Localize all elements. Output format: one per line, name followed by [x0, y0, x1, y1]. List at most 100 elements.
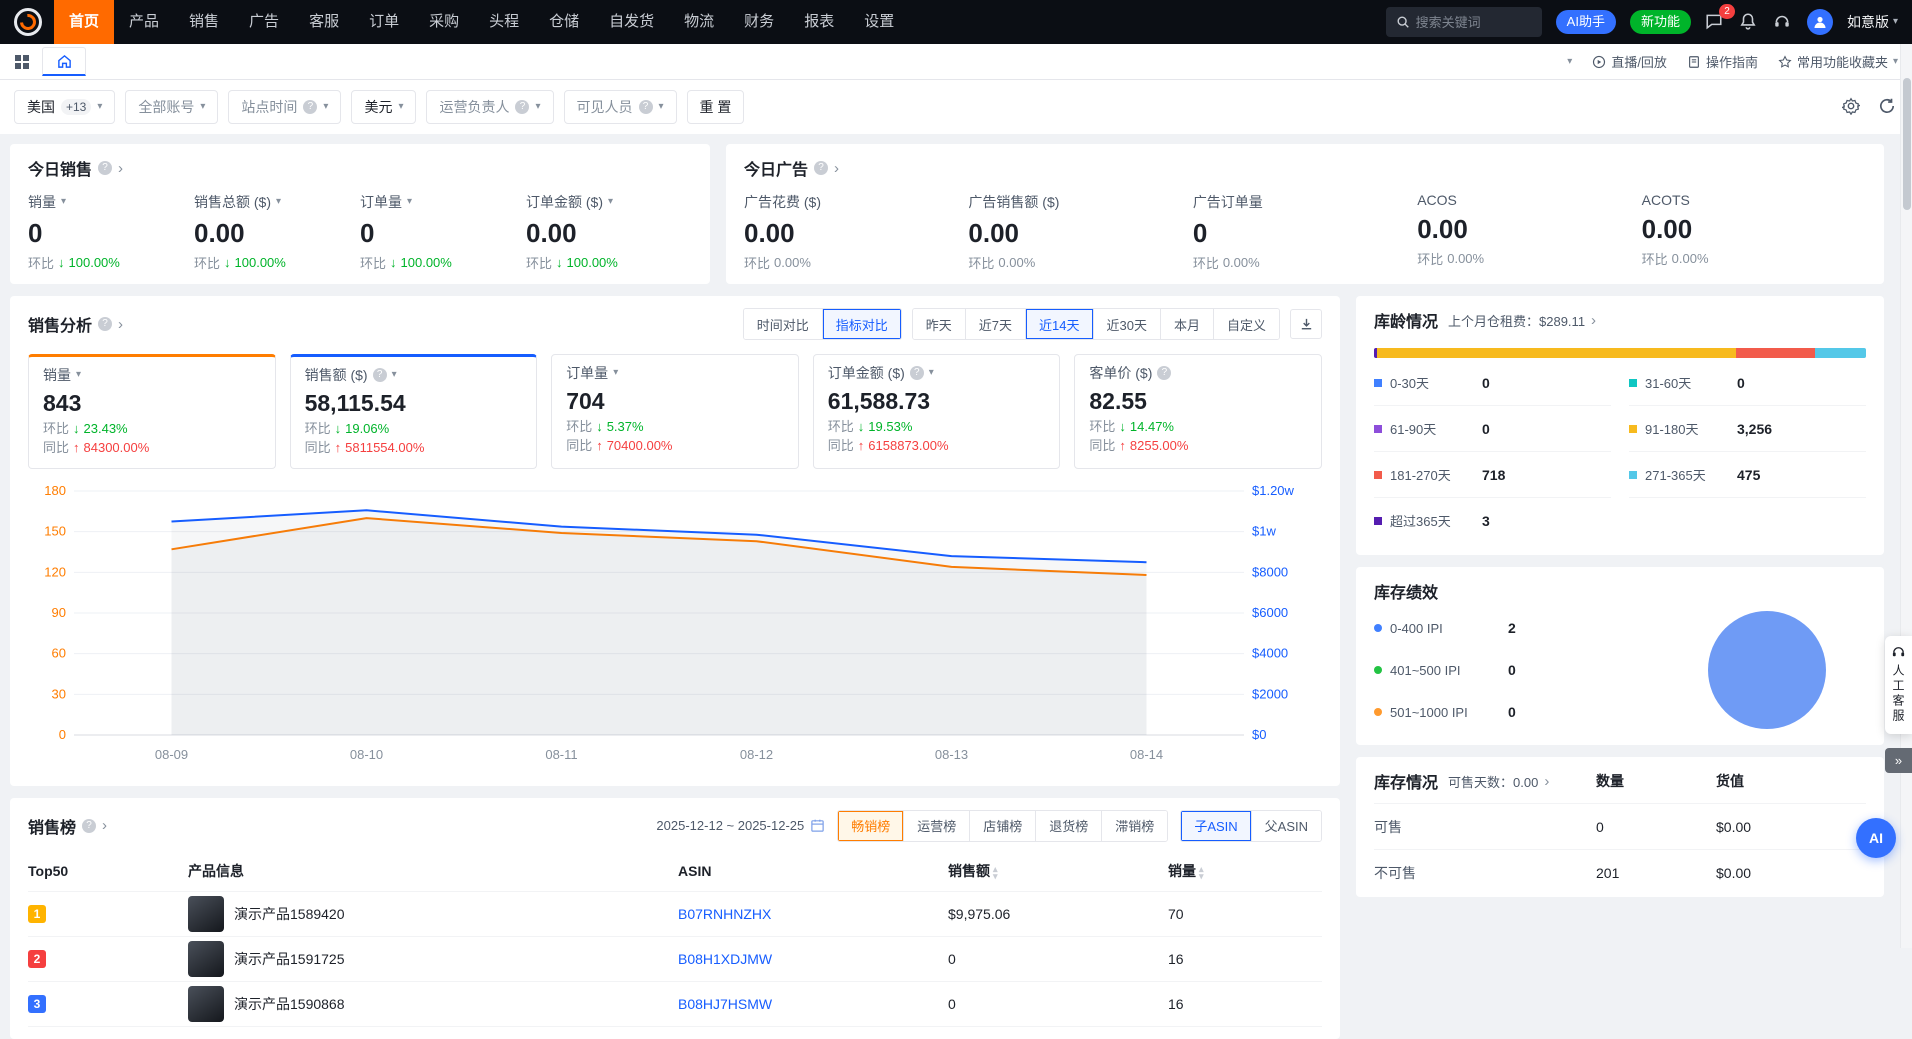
help-icon[interactable]: ? [98, 317, 112, 331]
metric-card-qty[interactable]: 销量▾ 843 环比↓23.43% 同比↑84300.00% [28, 354, 276, 469]
tab-metric-compare[interactable]: 指标对比 [822, 309, 901, 339]
nav-item-reports[interactable]: 报表 [789, 0, 849, 44]
metric-card-avg-order[interactable]: 客单价 ($)? 82.55 环比↓14.47% 同比↑8255.00% [1074, 354, 1322, 469]
nav-item-firstleg[interactable]: 头程 [474, 0, 534, 44]
nav-item-product[interactable]: 产品 [114, 0, 174, 44]
tab-bestseller[interactable]: 畅销榜 [838, 811, 903, 841]
help-icon[interactable]: ? [82, 819, 96, 833]
help-icon[interactable]: ? [814, 161, 828, 175]
table-row[interactable]: 3 演示产品1590868 B08HJ7HSMW 0 16 [28, 982, 1322, 1027]
asin-link[interactable]: B08H1XDJMW [678, 951, 772, 967]
nav-item-service[interactable]: 客服 [294, 0, 354, 44]
filter-account[interactable]: 全部账号 ▾ [125, 90, 218, 124]
chevron-right-icon[interactable]: › [102, 818, 107, 833]
metric-value: 0 [1193, 218, 1417, 249]
inventory-age-bar [1374, 348, 1866, 358]
apps-grid-icon[interactable] [14, 54, 30, 70]
filter-region[interactable]: 美国 +13 ▾ [14, 90, 115, 124]
metric-card-order-amount[interactable]: 订单金额 ($)?▾ 61,588.73 环比↓19.53% 同比↑615887… [813, 354, 1061, 469]
live-replay-link[interactable]: 直播/回放 [1592, 52, 1667, 71]
new-feature-button[interactable]: 新功能 [1630, 10, 1691, 34]
metric-label-dropdown[interactable]: 销量▾ [28, 192, 194, 212]
collapse-button[interactable]: » [1885, 748, 1912, 773]
global-search[interactable] [1386, 7, 1542, 37]
nav-item-finance[interactable]: 财务 [729, 0, 789, 44]
tab-operator-rank[interactable]: 运营榜 [903, 811, 969, 841]
table-row[interactable]: 2 演示产品1591725 B08H1XDJMW 0 16 [28, 937, 1322, 982]
today-row: 今日销售 ? › 销量▾ 0 环比↓100.00% 销售总额 ($)▾ 0.00… [10, 144, 1884, 284]
tab-yesterday[interactable]: 昨天 [913, 309, 965, 339]
top-navbar: 首页 产品 销售 广告 客服 订单 采购 头程 仓储 自发货 物流 财务 报表 … [0, 0, 1912, 44]
tab-slow-rank[interactable]: 滞销榜 [1101, 811, 1167, 841]
metric-card-orders[interactable]: 订单量▾ 704 环比↓5.37% 同比↑70400.00% [551, 354, 799, 469]
metric-label: 销量 [28, 192, 56, 212]
search-input[interactable] [1416, 15, 1528, 30]
reset-button[interactable]: 重 置 [687, 90, 745, 124]
filter-site-time[interactable]: 站点时间 ? ▾ [228, 90, 341, 124]
tab-store-rank[interactable]: 店铺榜 [969, 811, 1035, 841]
gear-icon[interactable] [1842, 97, 1862, 117]
nav-item-selfship[interactable]: 自发货 [594, 0, 669, 44]
tab-last14[interactable]: 近14天 [1025, 309, 1092, 339]
favorites-link[interactable]: 常用功能收藏夹 ▾ [1778, 52, 1898, 71]
asin-link[interactable]: B07RNHNZHX [678, 906, 771, 922]
sort-icon[interactable]: ▴▾ [993, 866, 998, 880]
message-icon[interactable]: 2 [1705, 12, 1725, 32]
ai-assistant-button[interactable]: AI助手 [1556, 10, 1616, 34]
help-icon[interactable]: ? [98, 161, 112, 175]
chevron-right-icon[interactable]: › [118, 161, 123, 176]
nav-item-warehouse[interactable]: 仓储 [534, 0, 594, 44]
tab-last30[interactable]: 近30天 [1093, 309, 1160, 339]
guide-link[interactable]: 操作指南 [1687, 52, 1758, 71]
filter-operator[interactable]: 运营负责人 ? ▾ [426, 90, 553, 124]
nav-item-orders[interactable]: 订单 [354, 0, 414, 44]
asin-link[interactable]: B08HJ7HSMW [678, 996, 772, 1012]
chevron-down-icon[interactable]: ▾ [1567, 57, 1572, 67]
tab-custom[interactable]: 自定义 [1213, 309, 1279, 339]
tab-this-month[interactable]: 本月 [1160, 309, 1213, 339]
tab-time-compare[interactable]: 时间对比 [744, 309, 822, 339]
chevron-right-icon[interactable]: › [1544, 774, 1549, 789]
nav-item-logistics[interactable]: 物流 [669, 0, 729, 44]
chevron-down-icon: ▾ [407, 197, 412, 207]
chevron-right-icon[interactable]: › [1591, 313, 1596, 328]
metric-label-dropdown[interactable]: 订单金额 ($)▾ [526, 192, 692, 212]
sort-icon[interactable]: ▴▾ [1199, 866, 1204, 880]
chevron-right-icon[interactable]: › [118, 317, 123, 332]
tab-child-asin[interactable]: 子ASIN [1181, 811, 1250, 841]
app-logo[interactable] [14, 8, 42, 36]
scrollbar-thumb[interactable] [1903, 78, 1911, 210]
metric-label: 销售总额 ($) [194, 192, 271, 212]
today-ads-title: 今日广告 [744, 156, 808, 180]
metric-label-dropdown[interactable]: 订单量▾ [360, 192, 526, 212]
version-selector[interactable]: 如意版 ▾ [1847, 12, 1898, 32]
ai-fab-button[interactable]: AI [1856, 818, 1896, 858]
col-sales[interactable]: 销售额▴▾ [948, 852, 1168, 892]
metric-label-dropdown[interactable]: 销售总额 ($)▾ [194, 192, 360, 212]
nav-item-home[interactable]: 首页 [54, 0, 114, 44]
nav-item-sales[interactable]: 销售 [174, 0, 234, 44]
nav-item-purchase[interactable]: 采购 [414, 0, 474, 44]
home-tab[interactable] [42, 47, 86, 76]
table-row[interactable]: 1 演示产品1589420 B07RNHNZHX $9,975.06 70 [28, 892, 1322, 937]
tab-parent-asin[interactable]: 父ASIN [1251, 811, 1321, 841]
headset-icon[interactable] [1773, 12, 1793, 32]
nav-item-ads[interactable]: 广告 [234, 0, 294, 44]
page-scrollbar[interactable] [1900, 44, 1912, 948]
body-row: 销售分析 ? › 时间对比 指标对比 昨天 近7天 近14天 近30天 [10, 296, 1884, 1039]
metric-card-revenue[interactable]: 销售额 ($)?▾ 58,115.54 环比↓19.06% 同比↑5811554… [290, 354, 538, 469]
tab-last7[interactable]: 近7天 [965, 309, 1025, 339]
col-qty[interactable]: 销量▴▾ [1168, 852, 1322, 892]
avatar[interactable] [1807, 9, 1833, 35]
filter-currency[interactable]: 美元 ▾ [351, 90, 416, 124]
bell-icon[interactable] [1739, 12, 1759, 32]
download-button[interactable] [1290, 309, 1322, 339]
nav-item-settings[interactable]: 设置 [849, 0, 909, 44]
customer-service-tab[interactable]: 人工客服 [1885, 636, 1912, 734]
chevron-right-icon[interactable]: › [834, 161, 839, 176]
refresh-icon[interactable] [1878, 97, 1898, 117]
tab-return-rank[interactable]: 退货榜 [1035, 811, 1101, 841]
filter-visible-staff[interactable]: 可见人员 ? ▾ [564, 90, 677, 124]
help-icon: ? [1157, 366, 1171, 380]
date-range-picker[interactable]: 2025-12-12 ~ 2025-12-25 [656, 818, 825, 833]
